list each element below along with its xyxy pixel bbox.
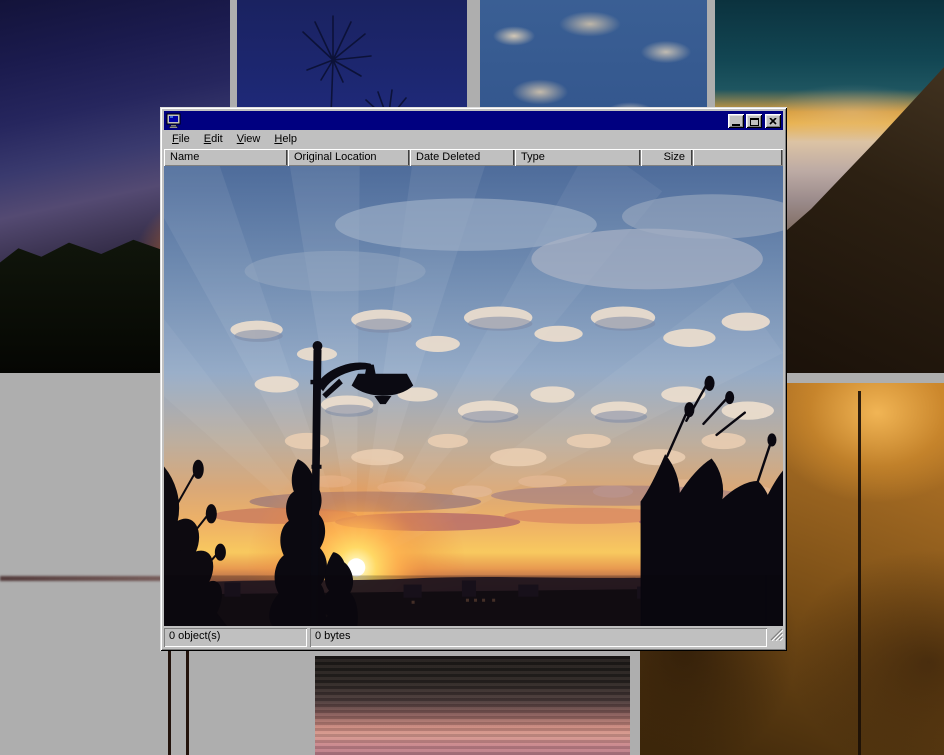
menu-file[interactable]: File bbox=[165, 131, 197, 148]
maximize-button[interactable] bbox=[746, 114, 762, 128]
minimize-button[interactable] bbox=[728, 114, 744, 128]
column-header-name[interactable]: Name bbox=[164, 149, 288, 166]
column-header-size[interactable]: Size bbox=[641, 149, 693, 166]
status-bar: 0 object(s) 0 bytes bbox=[164, 628, 783, 647]
close-icon bbox=[769, 118, 777, 125]
computer-monitor-icon bbox=[166, 113, 182, 128]
menu-bar: File Edit View Help bbox=[164, 130, 783, 149]
menu-view[interactable]: View bbox=[230, 131, 268, 148]
amber-lamp-pole-silhouette bbox=[858, 391, 861, 755]
wallpaper-tile-water-reflection bbox=[315, 656, 630, 755]
recycle-bin-window: File Edit View Help Name Original Locati… bbox=[160, 107, 787, 651]
column-header-filler bbox=[693, 149, 783, 166]
streetlamp-sunset-photo bbox=[164, 166, 783, 626]
menu-help[interactable]: Help bbox=[267, 131, 304, 148]
list-view-wallpaper[interactable] bbox=[164, 166, 783, 626]
resize-grip[interactable] bbox=[770, 628, 783, 647]
desktop: File Edit View Help Name Original Locati… bbox=[0, 0, 944, 755]
column-header-date-deleted[interactable]: Date Deleted bbox=[410, 149, 515, 166]
menu-edit[interactable]: Edit bbox=[197, 131, 230, 148]
close-button[interactable] bbox=[765, 114, 781, 128]
column-header-type[interactable]: Type bbox=[515, 149, 641, 166]
status-object-count: 0 object(s) bbox=[164, 628, 307, 647]
minimize-icon bbox=[732, 124, 740, 126]
column-header-row: Name Original Location Date Deleted Type… bbox=[164, 149, 783, 166]
maximize-icon bbox=[750, 118, 759, 126]
status-byte-count: 0 bytes bbox=[310, 628, 767, 647]
title-bar[interactable] bbox=[164, 111, 783, 130]
column-header-original-location[interactable]: Original Location bbox=[288, 149, 410, 166]
